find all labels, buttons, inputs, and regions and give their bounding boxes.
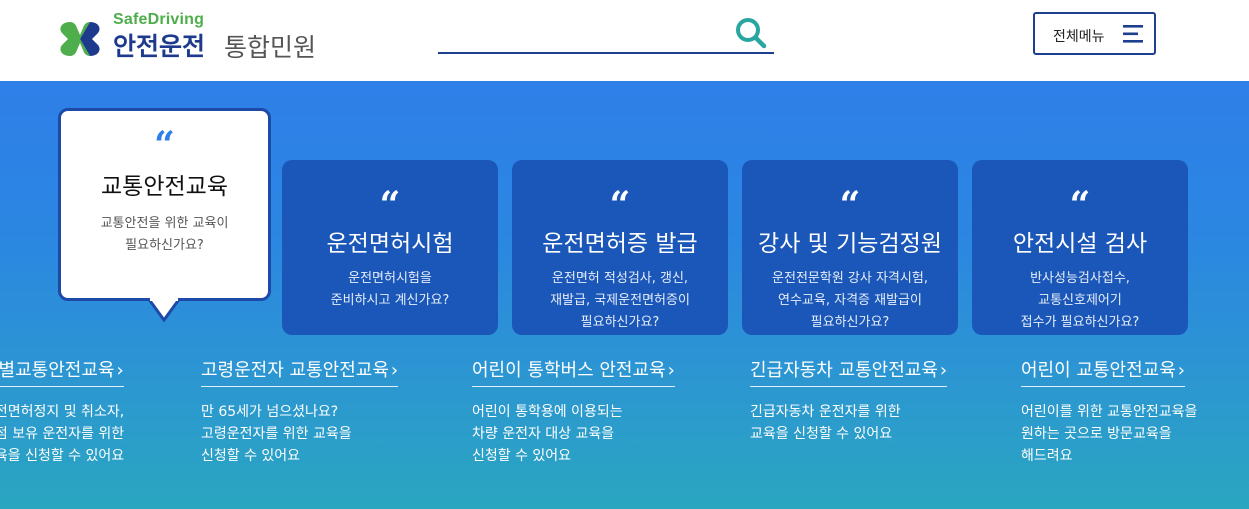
site-logo[interactable]: SafeDriving 안전운전 통합민원: [56, 10, 346, 66]
edu-link-children[interactable]: 어린이 교통안전교육 ›: [1021, 356, 1185, 387]
card-traffic-safety-education[interactable]: “ 교통안전교육 교통안전을 위한 교육이 필요하신가요?: [58, 108, 271, 301]
edu-item-emergency-vehicle: 긴급자동차 교통안전교육 › 긴급자동차 운전자를 위한 교육을 신청할 수 있어…: [750, 356, 948, 445]
edu-item-elderly: 고령운전자 교통안전교육 › 만 65세가 넘으셨나요? 고령운전자를 위한 교육…: [201, 356, 399, 467]
chevron-right-icon: ›: [939, 360, 948, 381]
edu-description: 운전면허정지 및 취소자, 벌점 보유 운전자를 위한 교육을 신청할 수 있어…: [0, 404, 125, 464]
full-menu-label: 전체메뉴: [1053, 29, 1105, 45]
edu-link-emergency-vehicle[interactable]: 긴급자동차 교통안전교육 ›: [750, 356, 948, 387]
edu-item-special: 특별교통안전교육› 운전면허정지 및 취소자, 벌점 보유 운전자를 위한 교육…: [0, 356, 124, 467]
chevron-right-icon: ›: [116, 360, 124, 381]
edu-item-school-bus: 어린이 통학버스 안전교육 › 어린이 통학용에 이용되는 차량 운전자 대상 교…: [472, 356, 675, 467]
quote-icon: “: [1069, 184, 1091, 226]
card-title: 안전시설 검사: [1012, 231, 1148, 257]
edu-item-children: 어린이 교통안전교육 › 어린이를 위한 교통안전교육을 원하는 곳으로 방문교육…: [1021, 356, 1197, 467]
card-title: 강사 및 기능검정원: [758, 231, 942, 257]
edu-link-elderly[interactable]: 고령운전자 교통안전교육 ›: [201, 356, 399, 387]
card-description: 운전면허 적성검사, 갱신, 재발급, 국제운전면허증이 필요하신가요?: [550, 271, 690, 330]
card-instructor-examiner[interactable]: “ 강사 및 기능검정원 운전전문학원 강사 자격시험, 연수교육, 자격증 재…: [742, 160, 958, 335]
hero-section: “ 교통안전교육 교통안전을 위한 교육이 필요하신가요? “ 운전면허시험 운…: [0, 81, 1249, 509]
card-driver-license-test[interactable]: “ 운전면허시험 운전면허시험을 준비하시고 계신가요?: [282, 160, 498, 335]
search-icon[interactable]: [734, 16, 768, 50]
card-description: 운전면허시험을 준비하시고 계신가요?: [330, 271, 450, 308]
logo-title: 안전운전: [113, 32, 206, 61]
edu-description: 만 65세가 넘으셨나요? 고령운전자를 위한 교육을 신청할 수 있어요: [201, 404, 352, 464]
quote-icon: “: [839, 184, 861, 226]
card-title: 운전면허시험: [326, 231, 454, 257]
quote-icon: “: [609, 184, 631, 226]
full-menu-button[interactable]: 전체메뉴: [1033, 12, 1156, 55]
card-description: 반사성능검사접수, 교통신호제어기 접수가 필요하신가요?: [1020, 271, 1140, 330]
logo-title-sub: 통합민원: [224, 33, 317, 62]
card-description: 운전전문학원 강사 자격시험, 연수교육, 자격증 재발급이 필요하신가요?: [772, 271, 928, 330]
edu-description: 긴급자동차 운전자를 위한 교육을 신청할 수 있어요: [750, 404, 901, 442]
card-title: 교통안전교육: [101, 174, 228, 200]
quote-icon: “: [154, 124, 175, 166]
edu-description: 어린이를 위한 교통안전교육을 원하는 곳으로 방문교육을 해드려요: [1021, 404, 1198, 464]
edu-link-special[interactable]: 특별교통안전교육›: [0, 356, 124, 387]
chevron-right-icon: ›: [667, 360, 675, 381]
clover-logo-icon: [60, 22, 100, 56]
search-input[interactable]: [438, 18, 728, 48]
card-title: 운전면허증 발급: [542, 231, 698, 257]
edu-description: 어린이 통학용에 이용되는 차량 운전자 대상 교육을 신청할 수 있어요: [472, 404, 623, 464]
card-safety-facility-inspection[interactable]: “ 안전시설 검사 반사성능검사접수, 교통신호제어기 접수가 필요하신가요?: [972, 160, 1188, 335]
hamburger-icon: [1123, 25, 1143, 43]
card-description: 교통안전을 위한 교육이 필요하신가요?: [100, 216, 229, 253]
quote-icon: “: [379, 184, 401, 226]
search-bar: [438, 12, 774, 54]
card-pointer: [148, 298, 180, 322]
site-header: SafeDriving 안전운전 통합민원 전체메뉴: [0, 0, 1249, 81]
card-license-issuance[interactable]: “ 운전면허증 발급 운전면허 적성검사, 갱신, 재발급, 국제운전면허증이 …: [512, 160, 728, 335]
chevron-right-icon: ›: [1177, 360, 1185, 381]
chevron-right-icon: ›: [390, 360, 399, 381]
edu-link-school-bus[interactable]: 어린이 통학버스 안전교육 ›: [472, 356, 675, 387]
